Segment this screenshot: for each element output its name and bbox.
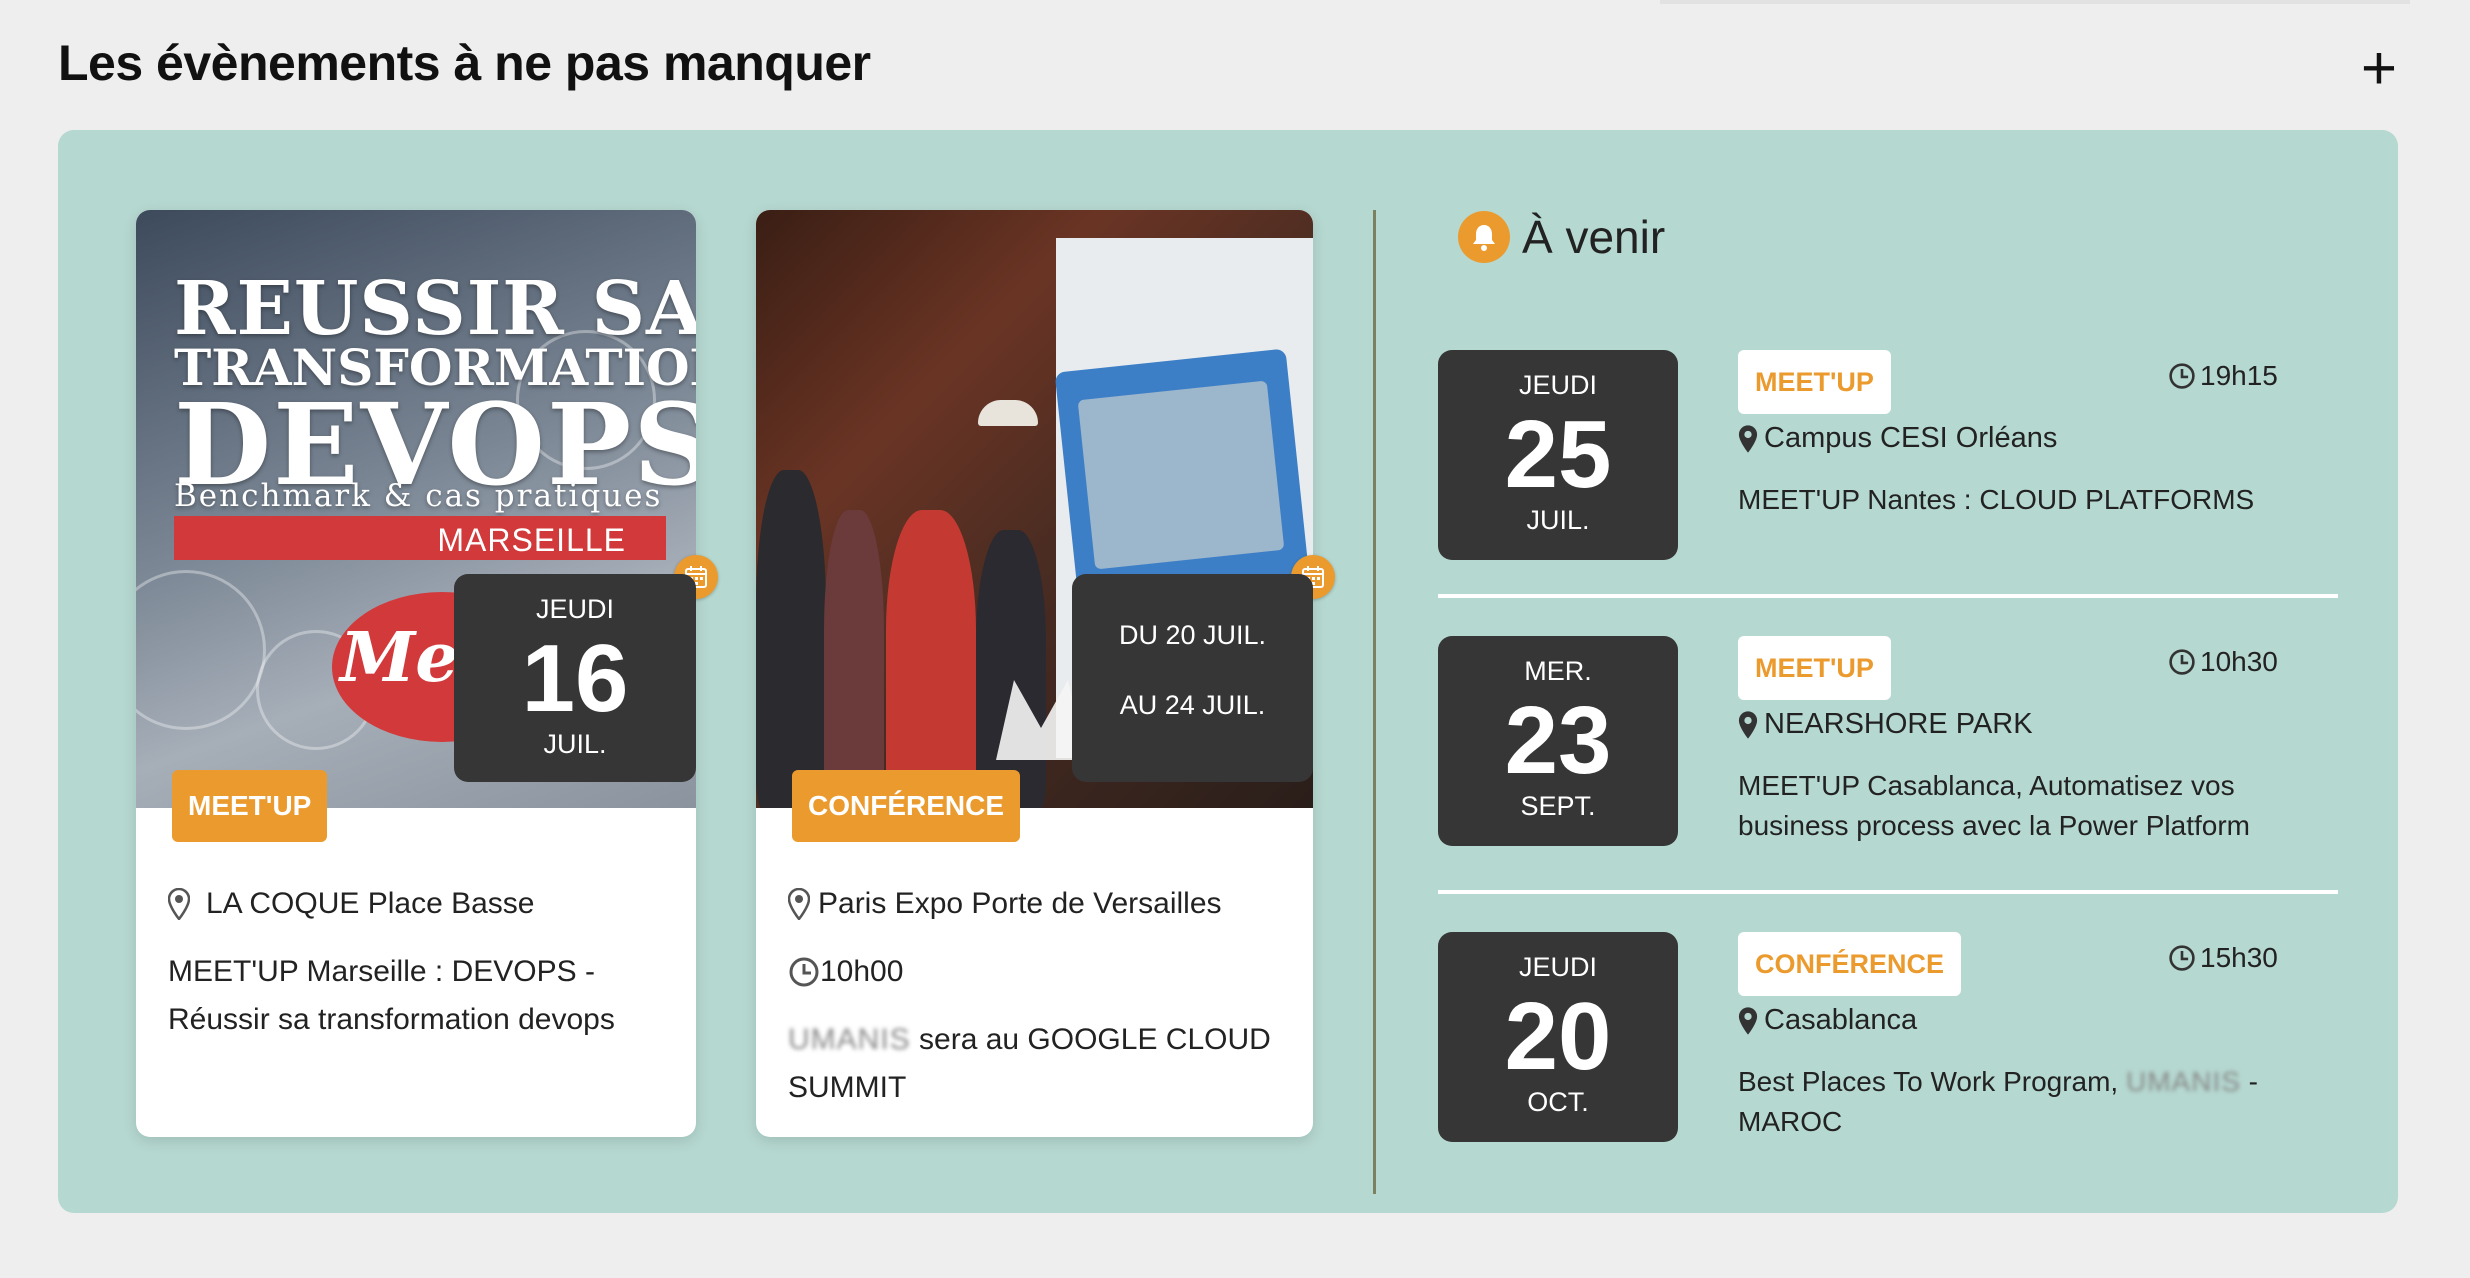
- clock-icon: [2168, 362, 2196, 390]
- date-weekday: JEUDI: [1518, 952, 1597, 982]
- section-title: Les évènements à ne pas manquer: [58, 35, 871, 91]
- date-month: JUIL.: [1526, 505, 1590, 535]
- add-event-button[interactable]: +: [2354, 36, 2404, 102]
- event-location: NEARSHORE PARK: [1738, 708, 2033, 741]
- date-range: DU 20 JUIL. AU 24 JUIL.: [1072, 574, 1313, 740]
- photo-screen-inner: [1077, 380, 1285, 570]
- company-name-blurred: UMANIS: [788, 1023, 911, 1056]
- poster-city: MARSEILLE: [437, 522, 626, 558]
- event-info: LA COQUE Place Basse MEET'UP Marseille :…: [168, 880, 668, 1044]
- event-time-text: 19h15: [2200, 360, 2278, 391]
- date-month: OCT.: [1527, 1087, 1589, 1117]
- event-separator: [1438, 594, 2338, 598]
- date-range-end: AU 24 JUIL.: [1119, 690, 1266, 720]
- event-date-badge: JEUDI 16 JUIL.: [454, 574, 696, 782]
- vertical-divider: [1373, 210, 1376, 1194]
- featured-event-card[interactable]: REUSSIR SA TRANSFORMATION DEVOPS Benchma…: [136, 210, 718, 1137]
- photo-person: [886, 510, 976, 808]
- event-time: 10h00: [788, 948, 1288, 996]
- event-description: UMANIS sera au GOOGLE CLOUD SUMMIT: [788, 1016, 1288, 1112]
- date-range-start: DU 20 JUIL.: [1118, 620, 1267, 650]
- event-title[interactable]: Best Places To Work Program, UMANIS - MA…: [1738, 1062, 2298, 1142]
- event-time: 10h30: [2168, 646, 2278, 678]
- event-title-text: Best Places To Work Program,: [1738, 1066, 2126, 1097]
- upcoming-header: À venir: [1458, 210, 1665, 264]
- date-weekday: MER.: [1524, 656, 1592, 686]
- top-edge-line: [1660, 0, 2410, 4]
- date-month: SEPT.: [1520, 791, 1596, 821]
- event-location: Campus CESI Orléans: [1738, 422, 2057, 455]
- event-location-text: NEARSHORE PARK: [1764, 708, 2033, 740]
- date-month: JUIL.: [543, 729, 607, 759]
- event-separator: [1438, 890, 2338, 894]
- poster-decoration: [136, 570, 266, 730]
- event-date-range-badge: DU 20 JUIL. AU 24 JUIL.: [1072, 574, 1313, 782]
- event-time-text: 15h30: [2200, 942, 2278, 973]
- event-title[interactable]: MEET'UP Nantes : CLOUD PLATFORMS: [1738, 480, 2298, 520]
- event-date-badge: MER. 23 SEPT.: [1438, 636, 1678, 846]
- date-day-number: 20: [1504, 983, 1612, 1090]
- photo-person: [756, 470, 826, 808]
- event-location: LA COQUE Place Basse: [168, 880, 668, 928]
- event-type-tag: MEET'UP: [1738, 636, 1891, 700]
- event-time: 15h30: [2168, 942, 2278, 974]
- location-pin-icon: [1738, 710, 1758, 740]
- event-date-badge: JEUDI 20 OCT.: [1438, 932, 1678, 1142]
- event-description: MEET'UP Marseille : DEVOPS - Réussir sa …: [168, 955, 615, 1036]
- event-type-tag: MEET'UP: [1738, 350, 1891, 414]
- event-location-text: Campus CESI Orléans: [1764, 422, 2058, 454]
- event-info: Paris Expo Porte de Versailles 10h00 UMA…: [788, 880, 1288, 1112]
- event-time-text: 10h30: [2200, 646, 2278, 677]
- clock-icon: [2168, 648, 2196, 676]
- photo-person: [976, 530, 1046, 808]
- event-type-tag: CONFÉRENCE: [792, 770, 1021, 842]
- event-date-badge: JEUDI 25 JUIL.: [1438, 350, 1678, 560]
- date-weekday: JEUDI: [1518, 370, 1597, 400]
- date-day-number: 16: [521, 625, 629, 732]
- events-panel: REUSSIR SA TRANSFORMATION DEVOPS Benchma…: [58, 130, 2398, 1213]
- date-day-number: 23: [1504, 687, 1612, 794]
- upcoming-title: À venir: [1522, 211, 1666, 263]
- event-type-tag: MEET'UP: [172, 770, 328, 842]
- location-pin-icon: [788, 888, 810, 920]
- photo-lamp: [978, 400, 1038, 426]
- date-day-number: 25: [1504, 401, 1612, 508]
- clock-icon: [2168, 944, 2196, 972]
- date-weekday: JEUDI: [535, 594, 614, 624]
- location-pin-icon: [168, 888, 190, 920]
- event-time-text: 10h00: [820, 955, 904, 988]
- event-title[interactable]: MEET'UP Casablanca, Automatisez vos busi…: [1738, 766, 2298, 846]
- event-location: Paris Expo Porte de Versailles: [788, 880, 1288, 928]
- featured-event-card[interactable]: DU 20 JUIL. AU 24 JUIL. CONFÉRENCE Paris…: [756, 210, 1335, 1137]
- location-pin-icon: [1738, 1006, 1758, 1036]
- upcoming-event[interactable]: MER. 23 SEPT. MEET'UP 10h30 NEARSHORE PA…: [1438, 636, 2338, 926]
- bell-icon: [1458, 211, 1510, 263]
- location-pin-icon: [1738, 424, 1758, 454]
- event-type-tag: CONFÉRENCE: [1738, 932, 1962, 996]
- photo-person: [824, 510, 884, 808]
- upcoming-event[interactable]: JEUDI 20 OCT. CONFÉRENCE 15h30 Casablanc…: [1438, 932, 2338, 1222]
- event-location: Casablanca: [1738, 1004, 1917, 1037]
- event-time: 19h15: [2168, 360, 2278, 392]
- event-location-text: Casablanca: [1764, 1004, 1918, 1036]
- event-location-text: Paris Expo Porte de Versailles: [818, 887, 1222, 920]
- clock-icon: [788, 956, 820, 988]
- poster-subtitle: Benchmark & cas pratiques: [174, 478, 663, 514]
- event-location-text: LA COQUE Place Basse: [206, 887, 535, 920]
- company-name-blurred: UMANIS: [2126, 1066, 2241, 1097]
